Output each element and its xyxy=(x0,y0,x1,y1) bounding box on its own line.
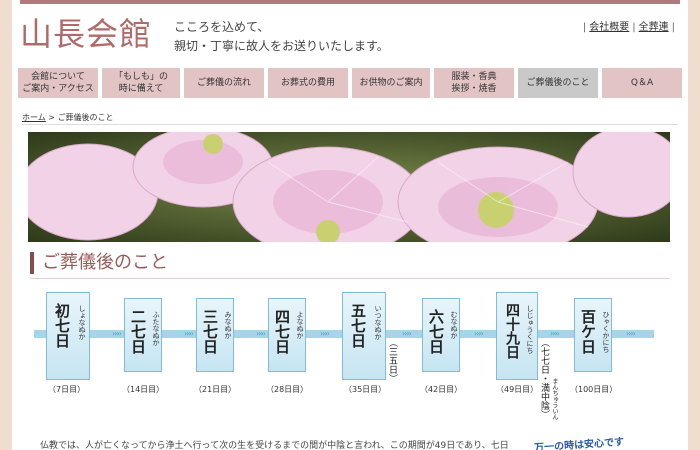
arrow-icon: ›››› xyxy=(184,329,194,338)
page-title: ご葬儀後のこと xyxy=(30,252,168,274)
nav-label: Q＆A xyxy=(630,78,654,88)
divider xyxy=(30,278,670,279)
chrysanthemum-banner-image xyxy=(28,132,670,242)
nav-item-etiquette[interactable]: 服装・香典挨拶・焼香 xyxy=(434,68,514,98)
nav-label: ご葬儀の流れ xyxy=(196,78,251,88)
nav-item-hall[interactable]: 会館について ご案内・アクセス xyxy=(18,68,98,98)
top-links: | 会社概要 | 全葬連 | xyxy=(582,22,675,33)
breadcrumb-home[interactable]: ホーム xyxy=(22,113,46,122)
nav-label: お葬式の費用 xyxy=(280,78,335,88)
day-label: （21日目） xyxy=(194,385,237,394)
day-label: （28日目） xyxy=(266,385,309,394)
note-ruby-manchuin: まんちゅういん xyxy=(551,378,558,420)
nav-item-faq[interactable]: Q＆A xyxy=(602,68,682,98)
top-accent-bar xyxy=(20,0,680,4)
site-tagline: こころを込めて、 親切・丁寧に故人をお送りいたします。 xyxy=(174,18,389,56)
nav-label: ご葬儀後のこと xyxy=(526,78,590,88)
tagline-line-1: こころを込めて、 xyxy=(174,20,270,34)
nav-item-cost[interactable]: お葬式の費用 xyxy=(268,68,348,98)
nav-item-flow[interactable]: ご葬儀の流れ xyxy=(184,68,264,98)
arrow-icon: ›››› xyxy=(256,329,266,338)
nav-label: 「もしも」の xyxy=(113,72,168,82)
nav-label: 挨拶・焼香 xyxy=(451,84,497,94)
day-label: （14日目） xyxy=(122,385,165,394)
day-label: （7日目） xyxy=(48,385,86,394)
company-link[interactable]: 会社概要 xyxy=(589,22,629,33)
nav-item-preparation[interactable]: 「もしも」の 時に備えて xyxy=(102,68,180,98)
divider xyxy=(22,124,678,125)
main-nav: 会館について ご案内・アクセス 「もしも」の 時に備えて ご葬儀の流れ お葬式の費用… xyxy=(18,68,682,98)
day-label: （35日目） xyxy=(344,385,387,394)
zensoren-link[interactable]: 全葬連 xyxy=(639,22,669,33)
arrow-icon: ›››› xyxy=(402,329,412,338)
arrow-icon: ›››› xyxy=(320,329,330,338)
memorial-card-itsunanoka: 五七日 いつなぬか xyxy=(342,292,386,380)
site-logo[interactable]: 山長会館 xyxy=(20,14,152,54)
nav-label: 服装・香典 xyxy=(451,72,497,82)
arrow-icon: ›››› xyxy=(626,329,636,338)
intro-paragraph: 仏教では、人が亡くなってから浄土へ行って次の生を受けるまでの間が中陰と言われ、こ… xyxy=(40,441,509,450)
nav-label: お供物のご案内 xyxy=(359,78,423,88)
nav-item-offerings[interactable]: お供物のご案内 xyxy=(352,68,430,98)
tagline-line-2: 親切・丁寧に故人をお送りいたします。 xyxy=(174,39,389,53)
nav-label: 会館について xyxy=(31,72,85,82)
memorial-card-hyakkanichi: 百ケ日 ひゃくかにち xyxy=(574,298,612,372)
memorial-card-shijukunichi: 四十九日 しじゅうくにち xyxy=(496,292,538,380)
day-label: （42日目） xyxy=(420,385,463,394)
arrow-icon: ›››› xyxy=(112,329,122,338)
breadcrumb: ホーム > ご葬儀後のこと xyxy=(22,113,114,122)
arrow-icon: ›››› xyxy=(550,329,560,338)
nav-item-after-funeral[interactable]: ご葬儀後のこと xyxy=(518,68,598,98)
memorial-card-yonanoka: 四七日 よなぬか xyxy=(268,298,306,372)
day-label: （100日目） xyxy=(570,385,618,394)
nav-label: ご案内・アクセス xyxy=(22,84,94,94)
memorial-card-munanoka: 六七日 むなぬか xyxy=(422,298,460,372)
arrow-icon: ›››› xyxy=(474,329,484,338)
page: 山長会館 こころを込めて、 親切・丁寧に故人をお送りいたします。 | 会社概要 | 全… xyxy=(12,0,688,450)
breadcrumb-current: ご葬儀後のこと xyxy=(57,113,114,122)
promo-banner[interactable]: 万一の時は安心です xyxy=(534,433,625,450)
nav-label: 時に備えて xyxy=(118,84,164,94)
day-label: （49日目） xyxy=(496,385,539,394)
note-sangonichi: （三五日） xyxy=(387,338,397,383)
memorial-timeline: ›››› ›››› ›››› ›››› ›››› ›››› ›››› ›››› … xyxy=(12,286,688,426)
memorial-card-minanoka: 三七日 みなぬか xyxy=(196,298,234,372)
flower-illustration xyxy=(28,132,670,242)
memorial-card-shonanoka: 初七日 しょなぬか xyxy=(46,292,90,380)
memorial-card-futananoka: 二七日 ふたなぬか xyxy=(124,298,162,372)
